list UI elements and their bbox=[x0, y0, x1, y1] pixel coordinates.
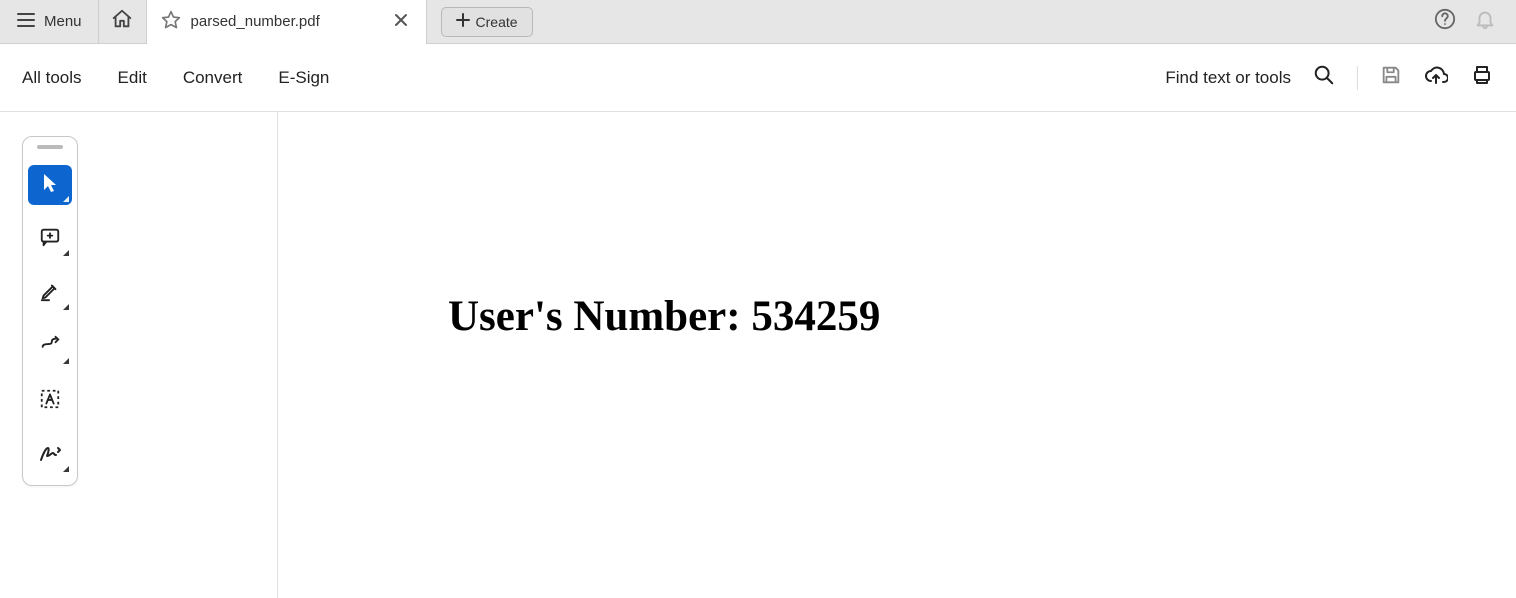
find-label[interactable]: Find text or tools bbox=[1165, 68, 1291, 88]
print-icon bbox=[1470, 63, 1494, 92]
tab-close-button[interactable] bbox=[390, 9, 412, 35]
tool-panel[interactable] bbox=[22, 136, 78, 486]
sidebar bbox=[0, 112, 278, 598]
menu-label: Menu bbox=[44, 13, 82, 30]
comment-tool[interactable] bbox=[28, 219, 72, 259]
signature-icon bbox=[38, 442, 62, 469]
bell-icon bbox=[1474, 8, 1496, 35]
cloud-upload-button[interactable] bbox=[1424, 63, 1448, 92]
text-select-icon bbox=[39, 388, 61, 415]
help-button[interactable] bbox=[1434, 8, 1456, 35]
tab-title: parsed_number.pdf bbox=[191, 13, 320, 30]
create-button[interactable]: Create bbox=[441, 7, 533, 37]
tabbar-right bbox=[1434, 8, 1516, 35]
draw-tool[interactable] bbox=[28, 327, 72, 367]
select-tool[interactable] bbox=[28, 165, 72, 205]
edit-button[interactable]: Edit bbox=[118, 68, 147, 88]
search-icon bbox=[1313, 64, 1335, 91]
hamburger-icon bbox=[16, 10, 36, 34]
notifications-button[interactable] bbox=[1474, 8, 1496, 35]
divider bbox=[1357, 66, 1358, 90]
highlighter-icon bbox=[39, 280, 61, 307]
tab-bar: Menu parsed_number.pdf Create bbox=[0, 0, 1516, 44]
document-heading: User's Number: 534259 bbox=[448, 292, 1516, 341]
menu-button[interactable]: Menu bbox=[0, 0, 99, 44]
search-button[interactable] bbox=[1313, 64, 1335, 91]
cursor-icon bbox=[40, 172, 60, 199]
toolbar: All tools Edit Convert E-Sign Find text … bbox=[0, 44, 1516, 112]
help-icon bbox=[1434, 8, 1456, 35]
comment-icon bbox=[39, 226, 61, 253]
save-button[interactable] bbox=[1380, 64, 1402, 91]
cloud-upload-icon bbox=[1424, 63, 1448, 92]
highlight-tool[interactable] bbox=[28, 273, 72, 313]
home-button[interactable] bbox=[99, 0, 147, 44]
all-tools-button[interactable]: All tools bbox=[22, 68, 82, 88]
text-select-tool[interactable] bbox=[28, 381, 72, 421]
home-icon bbox=[111, 8, 133, 35]
main-area: User's Number: 534259 bbox=[0, 112, 1516, 598]
close-icon bbox=[394, 14, 408, 31]
toolbar-left: All tools Edit Convert E-Sign bbox=[22, 68, 329, 88]
create-label: Create bbox=[476, 14, 518, 30]
plus-icon bbox=[456, 13, 470, 30]
document-tab[interactable]: parsed_number.pdf bbox=[147, 0, 427, 44]
document-viewport[interactable]: User's Number: 534259 bbox=[278, 112, 1516, 598]
esign-button[interactable]: E-Sign bbox=[278, 68, 329, 88]
toolbar-right: Find text or tools bbox=[1165, 63, 1494, 92]
sign-tool[interactable] bbox=[28, 435, 72, 475]
print-button[interactable] bbox=[1470, 63, 1494, 92]
save-icon bbox=[1380, 64, 1402, 91]
panel-grip[interactable] bbox=[37, 145, 63, 149]
star-icon[interactable] bbox=[161, 10, 181, 34]
draw-icon bbox=[39, 334, 61, 361]
convert-button[interactable]: Convert bbox=[183, 68, 243, 88]
